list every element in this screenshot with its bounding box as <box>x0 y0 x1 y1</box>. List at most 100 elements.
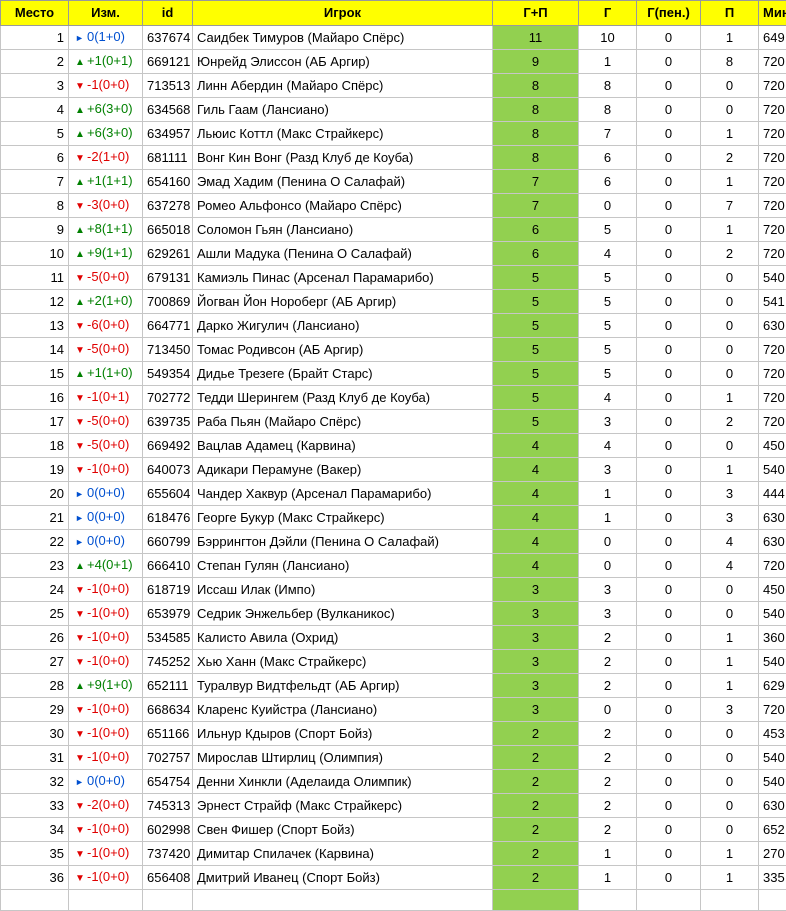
pen-cell[interactable]: 0 <box>637 818 701 842</box>
assists-cell[interactable]: 0 <box>701 74 759 98</box>
change-cell[interactable]: ▼-5(0+0) <box>69 266 143 290</box>
assists-cell[interactable]: 4 <box>701 554 759 578</box>
gp-cell[interactable]: 4 <box>493 482 579 506</box>
place-cell[interactable]: 7 <box>1 170 69 194</box>
place-cell[interactable]: 13 <box>1 314 69 338</box>
gp-cell[interactable]: 2 <box>493 722 579 746</box>
change-cell[interactable]: ▲+1(0+1) <box>69 50 143 74</box>
gp-cell[interactable]: 6 <box>493 218 579 242</box>
id-cell[interactable]: 618476 <box>143 506 193 530</box>
minutes-cell[interactable]: 720 <box>759 194 786 218</box>
header-change[interactable]: Изм. <box>69 1 143 26</box>
player-cell[interactable]: Дидье Трезеге (Брайт Старс) <box>193 362 493 386</box>
table-row[interactable]: 35▼-1(0+0)737420Димитар Спилачек (Карвин… <box>1 842 786 866</box>
goals-cell[interactable]: 2 <box>579 746 637 770</box>
place-cell[interactable]: 15 <box>1 362 69 386</box>
player-cell[interactable]: Дмитрий Иванец (Спорт Бойз) <box>193 866 493 890</box>
player-cell[interactable]: Гиль Гаам (Лансиано) <box>193 98 493 122</box>
minutes-cell[interactable]: 630 <box>759 794 786 818</box>
change-cell[interactable]: ►0(0+0) <box>69 506 143 530</box>
minutes-cell[interactable]: 540 <box>759 650 786 674</box>
player-cell[interactable]: Чандер Хаквур (Арсенал Парамарибо) <box>193 482 493 506</box>
gp-cell[interactable]: 3 <box>493 626 579 650</box>
player-cell[interactable]: Мирослав Штирлиц (Олимпия) <box>193 746 493 770</box>
change-cell[interactable]: ▼-1(0+0) <box>69 650 143 674</box>
table-row[interactable]: 10▲+9(1+1)629261Ашли Мадука (Пенина О Са… <box>1 242 786 266</box>
change-cell[interactable] <box>69 890 143 911</box>
gp-cell[interactable]: 4 <box>493 554 579 578</box>
table-row[interactable]: 12▲+2(1+0)700869Йогван Йон Нороберг (АБ … <box>1 290 786 314</box>
assists-cell[interactable]: 3 <box>701 506 759 530</box>
change-cell[interactable]: ▼-1(0+0) <box>69 74 143 98</box>
gp-cell[interactable]: 3 <box>493 650 579 674</box>
minutes-cell[interactable]: 649 <box>759 26 786 50</box>
minutes-cell[interactable]: 540 <box>759 746 786 770</box>
table-row[interactable]: 15▲+1(1+0)549354Дидье Трезеге (Брайт Ста… <box>1 362 786 386</box>
assists-cell[interactable]: 2 <box>701 146 759 170</box>
id-cell[interactable]: 634568 <box>143 98 193 122</box>
id-cell[interactable]: 745252 <box>143 650 193 674</box>
goals-cell[interactable]: 4 <box>579 386 637 410</box>
minutes-cell[interactable]: 540 <box>759 458 786 482</box>
assists-cell[interactable]: 0 <box>701 794 759 818</box>
player-cell[interactable]: Свен Фишер (Спорт Бойз) <box>193 818 493 842</box>
id-cell[interactable]: 602998 <box>143 818 193 842</box>
id-cell[interactable]: 652111 <box>143 674 193 698</box>
goals-cell[interactable]: 1 <box>579 506 637 530</box>
minutes-cell[interactable]: 720 <box>759 122 786 146</box>
assists-cell[interactable]: 1 <box>701 26 759 50</box>
goals-cell[interactable]: 8 <box>579 74 637 98</box>
header-place[interactable]: Место <box>1 1 69 26</box>
change-cell[interactable]: ▲+6(3+0) <box>69 98 143 122</box>
goals-cell[interactable]: 5 <box>579 266 637 290</box>
goals-cell[interactable]: 3 <box>579 602 637 626</box>
table-row[interactable] <box>1 890 786 911</box>
place-cell[interactable]: 18 <box>1 434 69 458</box>
goals-cell[interactable]: 1 <box>579 482 637 506</box>
gp-cell[interactable]: 8 <box>493 74 579 98</box>
table-row[interactable]: 27▼-1(0+0)745252Хью Ханн (Макс Страйкерс… <box>1 650 786 674</box>
change-cell[interactable]: ►0(0+0) <box>69 482 143 506</box>
id-cell[interactable]: 713450 <box>143 338 193 362</box>
place-cell[interactable]: 28 <box>1 674 69 698</box>
assists-cell[interactable]: 0 <box>701 602 759 626</box>
pen-cell[interactable]: 0 <box>637 578 701 602</box>
assists-cell[interactable]: 1 <box>701 458 759 482</box>
assists-cell[interactable]: 0 <box>701 434 759 458</box>
gp-cell[interactable] <box>493 890 579 911</box>
table-row[interactable]: 26▼-1(0+0)534585Калисто Авила (Охрид)320… <box>1 626 786 650</box>
assists-cell[interactable]: 3 <box>701 482 759 506</box>
pen-cell[interactable]: 0 <box>637 674 701 698</box>
change-cell[interactable]: ▼-5(0+0) <box>69 434 143 458</box>
minutes-cell[interactable]: 720 <box>759 242 786 266</box>
gp-cell[interactable]: 6 <box>493 242 579 266</box>
goals-cell[interactable] <box>579 890 637 911</box>
table-row[interactable]: 23▲+4(0+1)666410Степан Гулян (Лансиано)4… <box>1 554 786 578</box>
goals-cell[interactable]: 0 <box>579 698 637 722</box>
id-cell[interactable]: 637674 <box>143 26 193 50</box>
change-cell[interactable]: ▲+4(0+1) <box>69 554 143 578</box>
table-row[interactable]: 36▼-1(0+0)656408Дмитрий Иванец (Спорт Бо… <box>1 866 786 890</box>
player-cell[interactable]: Ромео Альфонсо (Майаро Спёрс) <box>193 194 493 218</box>
gp-cell[interactable]: 4 <box>493 434 579 458</box>
goals-cell[interactable]: 0 <box>579 530 637 554</box>
player-cell[interactable] <box>193 890 493 911</box>
place-cell[interactable]: 10 <box>1 242 69 266</box>
minutes-cell[interactable]: 720 <box>759 170 786 194</box>
place-cell[interactable]: 23 <box>1 554 69 578</box>
id-cell[interactable]: 666410 <box>143 554 193 578</box>
pen-cell[interactable]: 0 <box>637 530 701 554</box>
pen-cell[interactable]: 0 <box>637 74 701 98</box>
header-player[interactable]: Игрок <box>193 1 493 26</box>
header-assists[interactable]: П <box>701 1 759 26</box>
goals-cell[interactable]: 1 <box>579 50 637 74</box>
table-row[interactable]: 30▼-1(0+0)651166Ильнур Кдыров (Спорт Бой… <box>1 722 786 746</box>
gp-cell[interactable]: 4 <box>493 506 579 530</box>
player-cell[interactable]: Эмад Хадим (Пенина О Салафай) <box>193 170 493 194</box>
id-cell[interactable]: 665018 <box>143 218 193 242</box>
id-cell[interactable]: 702772 <box>143 386 193 410</box>
table-row[interactable]: 22►0(0+0)660799Бэррингтон Дэйли (Пенина … <box>1 530 786 554</box>
goals-cell[interactable]: 2 <box>579 770 637 794</box>
goals-cell[interactable]: 4 <box>579 434 637 458</box>
minutes-cell[interactable]: 270 <box>759 842 786 866</box>
